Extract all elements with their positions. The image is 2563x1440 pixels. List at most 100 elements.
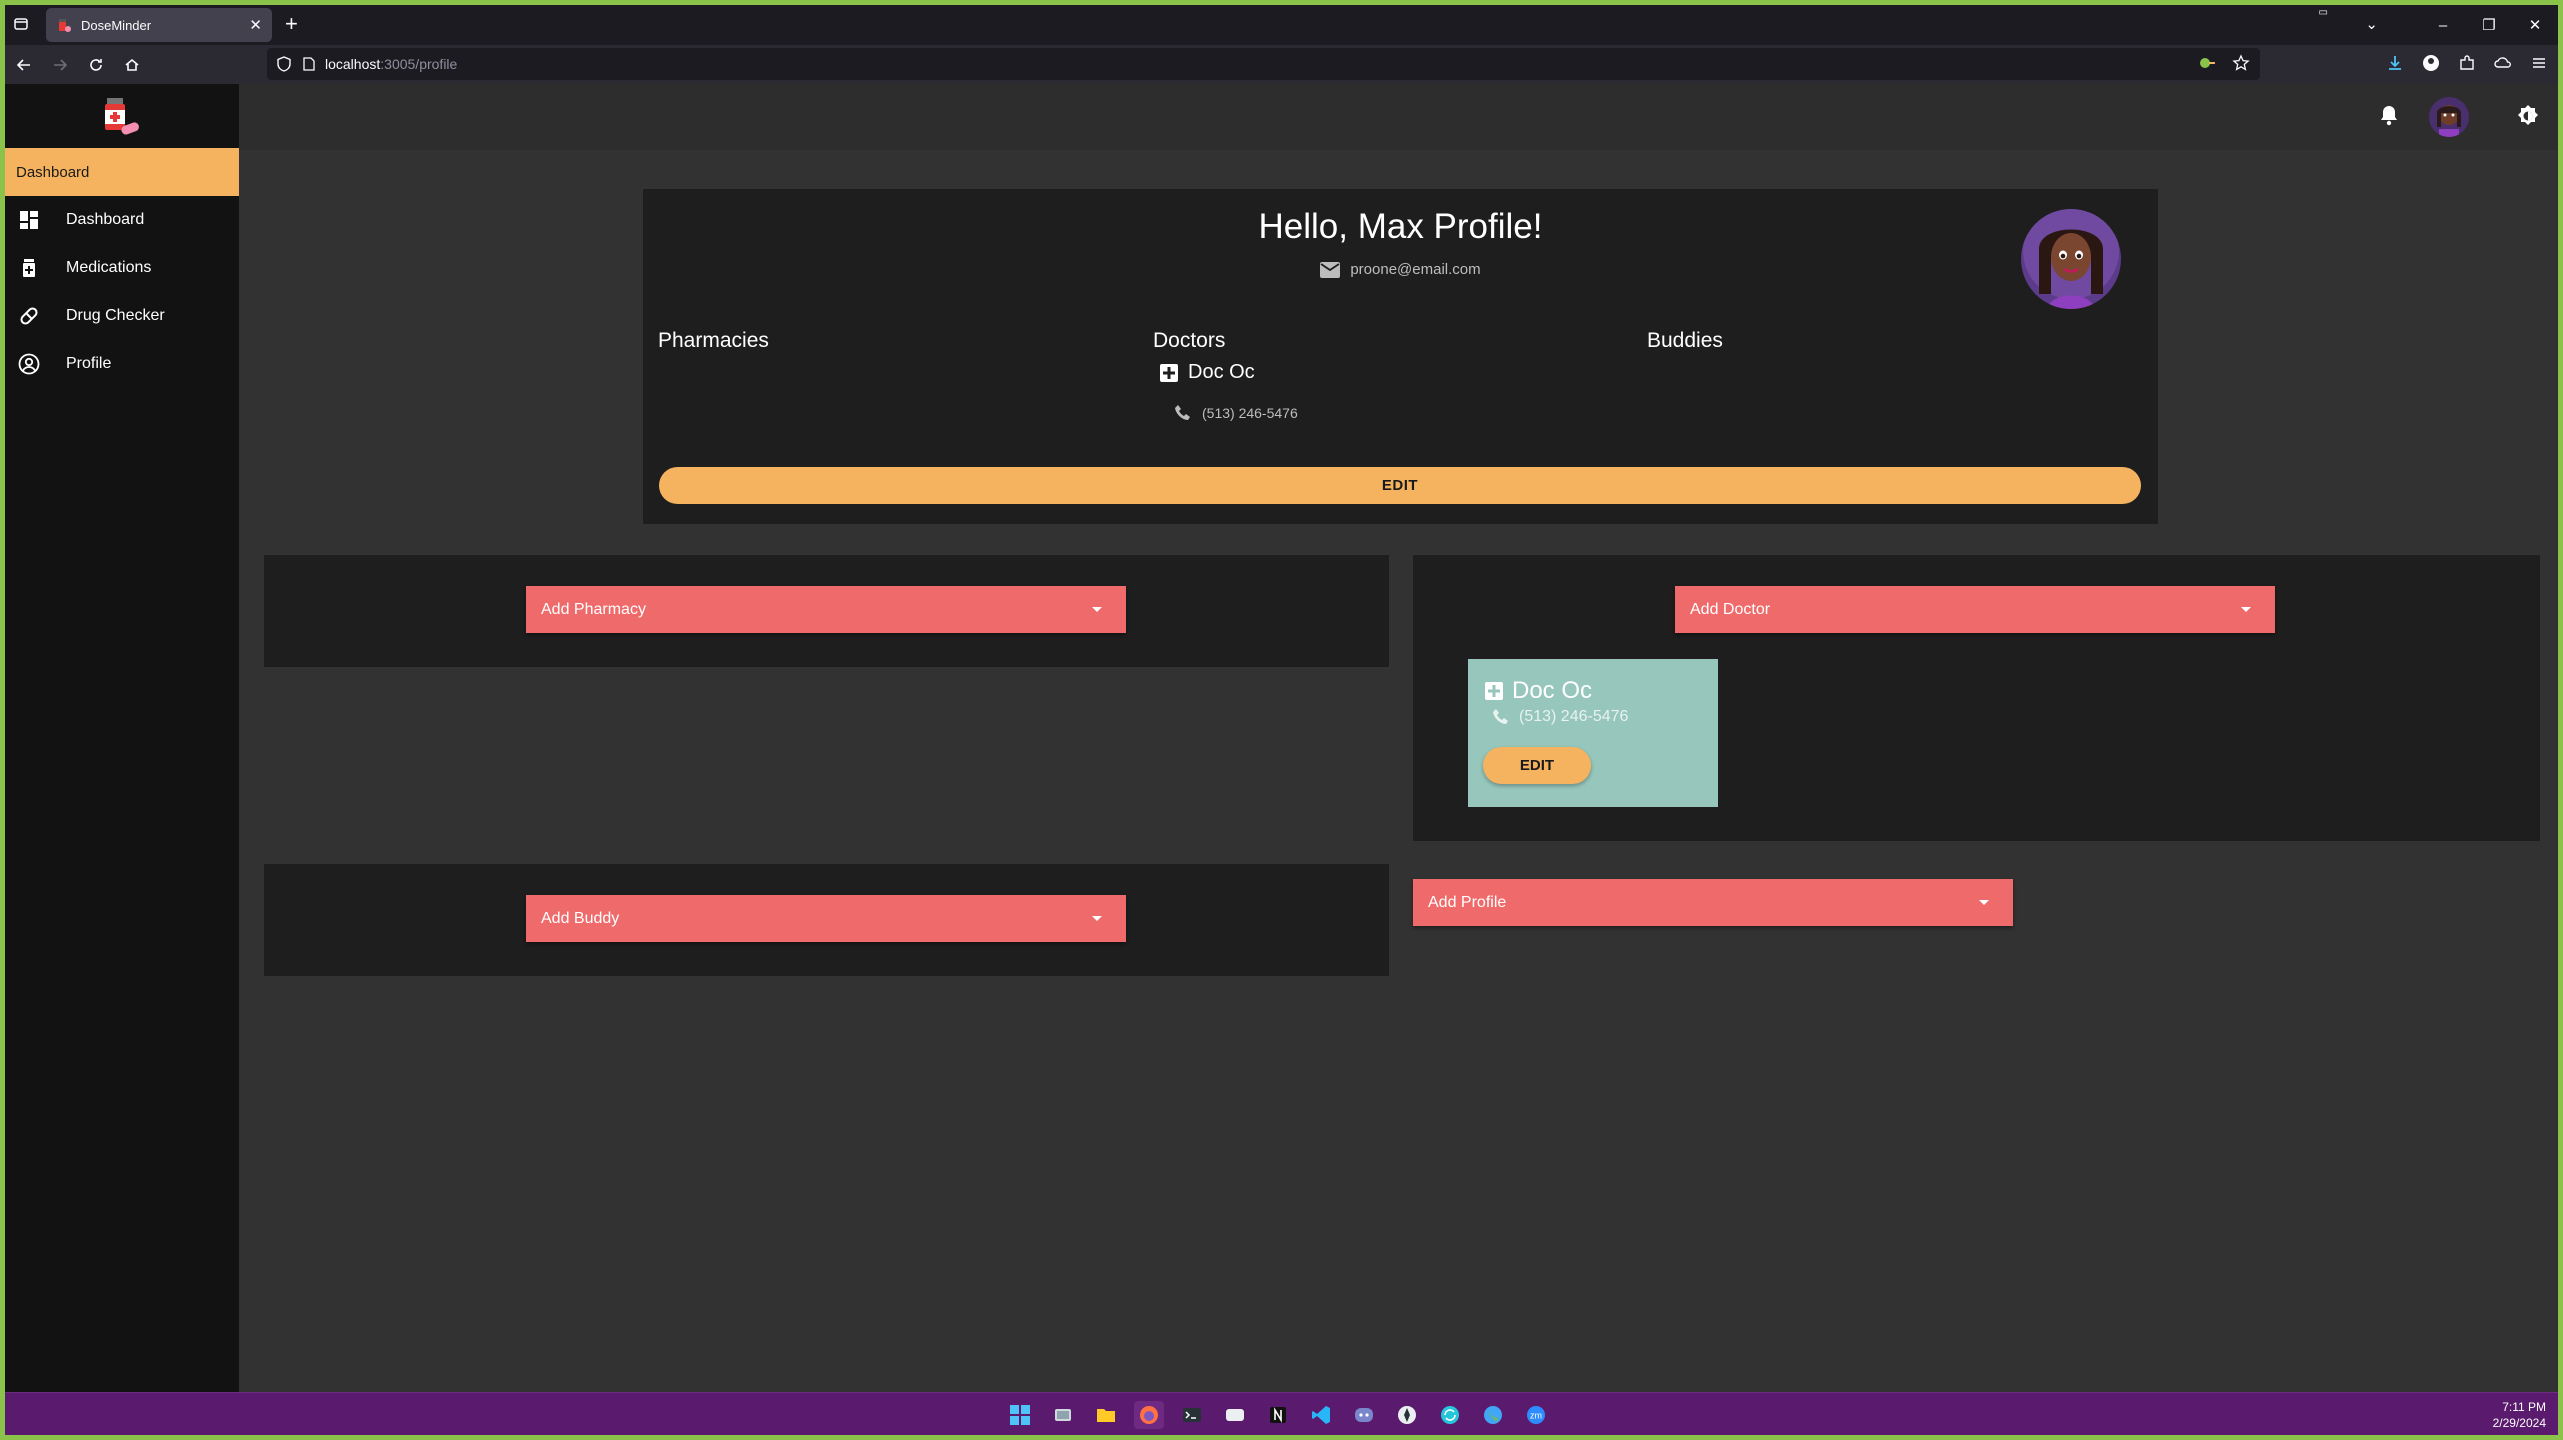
zoom-label: zm [1530, 1411, 1542, 1421]
user-avatar[interactable] [2429, 97, 2469, 137]
add-profile-label: Add Profile [1428, 893, 1507, 911]
zoom-icon[interactable]: zm [1521, 1401, 1551, 1429]
page-icon [303, 57, 315, 71]
account-icon[interactable] [2422, 54, 2440, 72]
sidebar-item-drug-checker[interactable]: Drug Checker [5, 292, 239, 340]
extension-key-icon[interactable] [2198, 54, 2216, 72]
terminal-icon[interactable] [1177, 1401, 1207, 1429]
url-text: localhost:3005/profile [325, 56, 457, 72]
home-icon[interactable] [121, 54, 143, 76]
doctor-card-name-row: Doc Oc [1485, 677, 1592, 705]
clock-time: 7:11 PM [2502, 1400, 2546, 1414]
url-host: localhost [325, 56, 381, 72]
forward-arrow-icon[interactable] [49, 54, 71, 76]
pharmacies-heading: Pharmacies [658, 329, 769, 352]
system-clock[interactable]: 7:11 PM 2/29/2024 [2493, 1399, 2546, 1431]
minimize-icon[interactable]: – [2420, 17, 2466, 34]
buddy-panel: Add Buddy [264, 864, 1389, 976]
profile-summary-card: Hello, Max Profile! proone@email.com Pha… [643, 189, 2158, 524]
sidebar-item-medications[interactable]: Medications [5, 244, 239, 292]
notion-icon[interactable] [1263, 1401, 1293, 1429]
download-icon[interactable] [2386, 54, 2404, 72]
pill-icon [18, 305, 40, 327]
url-bar[interactable]: localhost:3005/profile [267, 48, 2260, 80]
notification-bell-icon[interactable] [2379, 104, 2399, 126]
extensions-puzzle-icon[interactable] [2458, 54, 2476, 72]
browser-tab[interactable]: DoseMinder ✕ [46, 8, 272, 42]
os-taskbar: zm 7:11 PM 2/29/2024 [5, 1392, 2558, 1435]
sidebar: Dashboard Dashboard Medications Drug Che… [5, 84, 239, 1392]
user-email: proone@email.com [1350, 261, 1481, 278]
dose-minder-logo [95, 94, 147, 146]
app-root: Dashboard Dashboard Medications Drug Che… [5, 84, 2558, 1392]
close-icon[interactable]: ✕ [2512, 16, 2558, 34]
add-profile-select[interactable]: Add Profile [1413, 879, 2013, 926]
firefox-icon[interactable] [1134, 1401, 1164, 1429]
add-pharmacy-select[interactable]: Add Pharmacy [526, 586, 1126, 633]
sidebar-header[interactable]: Dashboard [5, 148, 239, 196]
sync-cloud-icon[interactable] [2494, 54, 2512, 72]
add-buddy-select[interactable]: Add Buddy [526, 895, 1126, 942]
sidebar-item-profile[interactable]: Profile [5, 340, 239, 388]
phone-icon [1492, 708, 1510, 726]
doctor-card-phone-row: (513) 246-5476 [1492, 708, 1628, 726]
dropdown-arrow-icon [1979, 900, 1989, 905]
browser-chrome: DoseMinder ✕ + ▭ ⌄ – ❐ ✕ localhost:3005/… [5, 5, 2558, 84]
globe-app-icon[interactable] [1478, 1401, 1508, 1429]
email-row: proone@email.com [643, 261, 2158, 278]
tab-title: DoseMinder [81, 17, 152, 33]
dose-minder-favicon-icon [56, 17, 72, 33]
vscode-icon[interactable] [1306, 1401, 1336, 1429]
doctor-phone-row: (513) 246-5476 [1174, 404, 1298, 422]
tab-close-icon[interactable]: ✕ [249, 16, 262, 34]
sidebar-item-label: Drug Checker [66, 307, 165, 324]
doctor-card-phone: (513) 246-5476 [1519, 708, 1629, 725]
account-circle-icon [18, 353, 40, 375]
reload-icon[interactable] [85, 54, 107, 76]
doctor-card-name: Doc Oc [1512, 677, 1593, 704]
sidebar-item-dashboard[interactable]: Dashboard [5, 196, 239, 244]
sidebar-item-label: Medications [66, 259, 152, 276]
medical-plus-icon [1160, 363, 1178, 382]
medication-icon [18, 257, 40, 279]
shield-icon[interactable] [277, 56, 291, 72]
discord-icon[interactable] [1349, 1401, 1379, 1429]
back-arrow-icon[interactable] [13, 54, 35, 76]
app-circle-icon[interactable] [1392, 1401, 1422, 1429]
pharmacy-panel: Add Pharmacy [264, 555, 1389, 667]
task-view-icon[interactable] [1048, 1401, 1078, 1429]
bookmark-star-icon[interactable] [2232, 54, 2250, 72]
theme-toggle-icon[interactable] [2516, 104, 2540, 128]
medical-plus-icon [1485, 682, 1503, 700]
edit-profile-button[interactable]: EDIT [659, 467, 2141, 504]
sidebar-item-label: Profile [66, 355, 112, 372]
doctor-card: Doc Oc (513) 246-5476 EDIT [1468, 659, 1718, 807]
profile-avatar [2021, 209, 2121, 309]
tab-list-icon[interactable] [13, 16, 29, 32]
dropdown-arrow-icon [1092, 607, 1102, 612]
sidebar-item-label: Dashboard [66, 211, 145, 228]
add-buddy-label: Add Buddy [541, 909, 620, 927]
navigation-bar: localhost:3005/profile [5, 45, 2558, 84]
menu-hamburger-icon[interactable] [2530, 54, 2548, 72]
chevron-down-icon[interactable]: ⌄ [2365, 15, 2378, 33]
new-tab-button[interactable]: + [285, 13, 298, 35]
doctor-name: Doc Oc [1188, 361, 1255, 383]
add-pharmacy-label: Add Pharmacy [541, 600, 646, 618]
restore-icon[interactable]: ❐ [2466, 16, 2512, 34]
page-title: Hello, Max Profile! [1258, 207, 1543, 246]
doctor-entry: Doc Oc [1160, 361, 1255, 384]
doctors-heading: Doctors [1153, 329, 1226, 352]
file-explorer-icon[interactable] [1091, 1401, 1121, 1429]
edit-doctor-button[interactable]: EDIT [1483, 747, 1591, 784]
dropdown-arrow-icon [2241, 607, 2251, 612]
taskbar-icons: zm [1005, 1401, 1551, 1429]
doctor-phone: (513) 246-5476 [1202, 405, 1298, 421]
sync-app-icon[interactable] [1435, 1401, 1465, 1429]
keyboard-app-icon[interactable] [1220, 1401, 1250, 1429]
windows-start-icon[interactable] [1005, 1401, 1035, 1429]
picture-in-picture-icon[interactable]: ▭ [2319, 7, 2328, 18]
clock-date: 2/29/2024 [2492, 1416, 2546, 1430]
toolbar-icons [2386, 54, 2558, 72]
add-doctor-select[interactable]: Add Doctor [1675, 586, 2275, 633]
